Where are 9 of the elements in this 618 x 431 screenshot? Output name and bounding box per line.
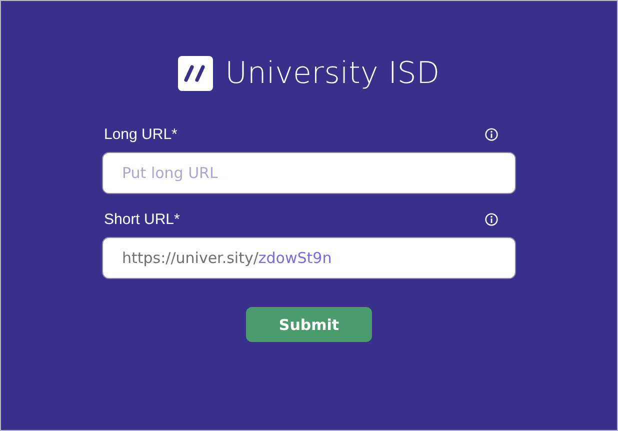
short-url-field[interactable]: https://univer.sity/zdowSt9n [102, 237, 516, 279]
field-label: Long URL* [104, 126, 178, 142]
info-icon[interactable] [485, 128, 498, 140]
submit-button[interactable]: Submit [246, 307, 372, 342]
logo-icon [178, 56, 214, 90]
field-label: Short URL* [104, 210, 180, 228]
long-url-field[interactable]: Put long URL [102, 152, 516, 194]
brand-name: University ISD [225, 56, 440, 90]
info-icon[interactable] [485, 212, 498, 226]
